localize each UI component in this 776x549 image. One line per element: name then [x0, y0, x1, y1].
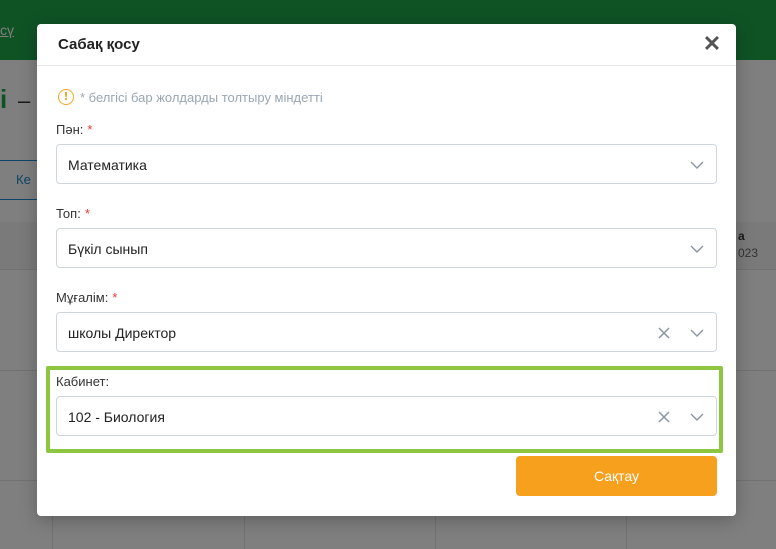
clear-icon[interactable]: [656, 325, 672, 341]
required-marker: *: [87, 122, 93, 137]
teacher-label-text: Мұғалім:: [56, 290, 109, 305]
chevron-down-icon[interactable]: [690, 242, 704, 256]
required-fields-notice: ! * белгісі бар жолдарды толтыру міндетт…: [58, 87, 323, 107]
teacher-select[interactable]: школы Директор: [56, 312, 717, 352]
required-marker: *: [112, 290, 118, 305]
clear-icon[interactable]: [656, 409, 672, 425]
required-marker: *: [84, 206, 90, 221]
subject-select-value: Математика: [68, 157, 147, 173]
room-label-text: Кабинет:: [56, 374, 110, 389]
room-label: Кабинет:: [56, 374, 109, 389]
room-select[interactable]: 102 - Биология: [56, 396, 717, 436]
group-select[interactable]: Бүкіл сынып: [56, 228, 717, 268]
required-fields-notice-text: * белгісі бар жолдарды толтыру міндетті: [80, 89, 323, 105]
save-button[interactable]: Сақтау: [516, 456, 717, 496]
group-label-text: Топ:: [56, 206, 81, 221]
teacher-select-value: школы Директор: [68, 325, 177, 341]
chevron-down-icon[interactable]: [690, 326, 704, 340]
chevron-down-icon[interactable]: [690, 158, 704, 172]
info-icon: !: [58, 89, 74, 105]
add-lesson-modal: Сабақ қосу ✕ ! * белгісі бар жолдарды то…: [37, 24, 736, 516]
room-select-value: 102 - Биология: [68, 409, 165, 425]
chevron-down-icon[interactable]: [690, 410, 704, 424]
modal-title: Сабақ қосу: [58, 36, 140, 53]
group-select-value: Бүкіл сынып: [68, 241, 148, 257]
group-label: Топ: *: [56, 206, 90, 221]
teacher-label: Мұғалім: *: [56, 290, 117, 305]
subject-label-text: Пән:: [56, 122, 84, 137]
modal-header: Сабақ қосу ✕: [37, 24, 736, 66]
close-icon[interactable]: ✕: [700, 30, 724, 58]
subject-label: Пән: *: [56, 122, 92, 137]
subject-select[interactable]: Математика: [56, 144, 717, 184]
